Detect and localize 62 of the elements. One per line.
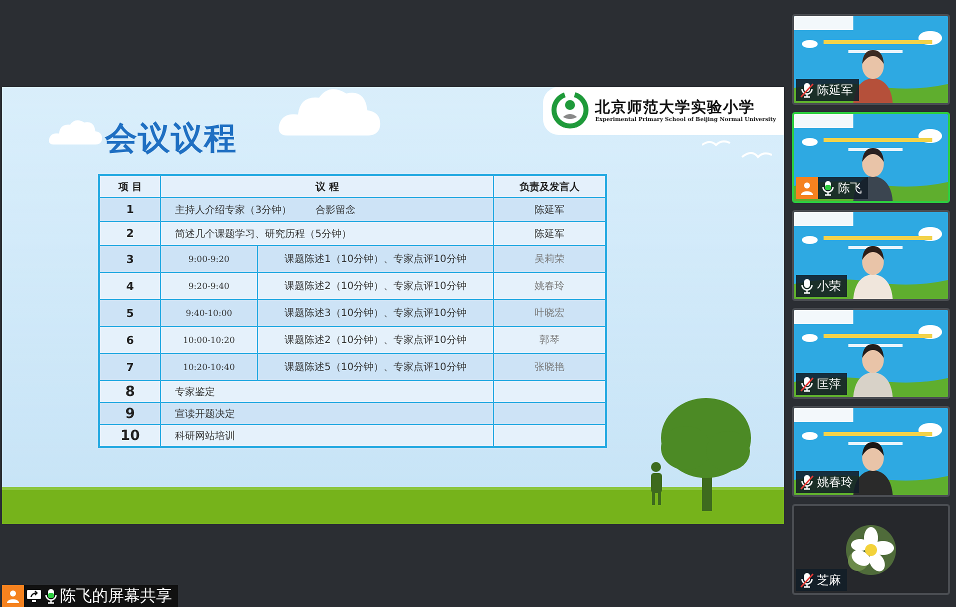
table-cell: 1 [126, 203, 134, 216]
mic-icon[interactable] [44, 588, 58, 604]
table-cell: 6 [126, 334, 134, 346]
table-cell-text: 简述几个课题学习、研究历程（5分钟） [175, 228, 352, 240]
column-header: 负责及发言人 [494, 175, 606, 198]
table-cell: 10:00-10:20 [182, 336, 235, 346]
table-cell: 10 [120, 428, 140, 444]
table-cell: 8 [125, 384, 135, 400]
mic-icon[interactable] [800, 278, 814, 294]
table-cell: 课题陈述2（10分钟）、专家点评10分钟 [284, 335, 466, 346]
muted-mic-icon[interactable] [800, 572, 814, 588]
user-icon [800, 181, 814, 195]
table-cell: 姚春玲 [534, 281, 565, 292]
table-cell: 4 [126, 280, 134, 292]
table-cell: 5 [126, 306, 134, 320]
table-cell: 课题陈述2（10分钟）、专家点评10分钟 [284, 281, 466, 292]
table-cell: 课题陈述5（10分钟）、专家点评10分钟 [284, 362, 466, 373]
user-icon [6, 589, 20, 603]
slide-title: 会议议程 [105, 118, 237, 159]
video-tile[interactable]: 陈延军 [792, 14, 950, 105]
cloud-icon [48, 117, 103, 148]
muted-mic-icon[interactable] [800, 376, 814, 392]
muted-mic-icon[interactable] [800, 474, 814, 490]
table-cell: 9:00-9:20 [188, 254, 230, 264]
screen-share-label: 陈飞的屏幕共享 [2, 585, 178, 607]
table-cell: 9:20-9:40 [188, 282, 230, 292]
name-tag: 匡萍 [796, 373, 847, 395]
name-tag: 姚春玲 [796, 471, 859, 493]
name-tag: 陈飞 [796, 177, 868, 199]
video-tile[interactable]: 姚春玲 [792, 406, 950, 497]
table-cell: 课题陈述3（10分钟）、专家点评10分钟 [284, 308, 466, 319]
table-cell-text: 科研网站培训 [175, 430, 236, 442]
table-cell-text: 专家鉴定 [175, 386, 216, 398]
table-cell: 陈延军 [534, 204, 565, 216]
table-cell: 张晓艳 [534, 362, 565, 373]
video-tile[interactable]: 小荣 [792, 210, 950, 301]
video-tile[interactable]: 匡萍 [792, 308, 950, 399]
table-cell: 2 [126, 227, 134, 240]
table-cell: 陈延军 [534, 228, 565, 240]
table-cell-text: 主持人介绍专家（3分钟） [175, 204, 292, 216]
table-cell: 9:40-10:00 [186, 308, 232, 318]
table-cell-text: 合影留念 [316, 204, 356, 216]
table-cell: 课题陈述1（10分钟）、专家点评10分钟 [284, 254, 466, 265]
muted-mic-icon[interactable] [800, 82, 814, 98]
table-cell: 吴莉荣 [534, 254, 565, 265]
logo-icon [551, 91, 590, 129]
column-header: 项 目 [99, 175, 161, 198]
table-cell: 10:20-10:40 [182, 362, 235, 372]
name-tag: 芝麻 [796, 569, 847, 591]
name-tag: 陈延军 [796, 79, 859, 101]
table-cell: 郭琴 [540, 335, 560, 346]
name-tag: 小荣 [796, 275, 847, 297]
table-cell: 9 [125, 406, 135, 422]
video-tile[interactable]: 陈飞 [792, 112, 950, 203]
table-cell: 3 [126, 252, 134, 266]
table-cell: 7 [126, 360, 134, 374]
video-tile[interactable]: 芝麻 [792, 504, 950, 595]
column-header: 议 程 [160, 175, 494, 198]
table-cell: 叶晓宏 [534, 308, 565, 319]
mic-icon[interactable] [821, 180, 835, 196]
table-cell-text: 宣读开题决定 [175, 408, 236, 420]
screen-share-icon [26, 589, 42, 603]
